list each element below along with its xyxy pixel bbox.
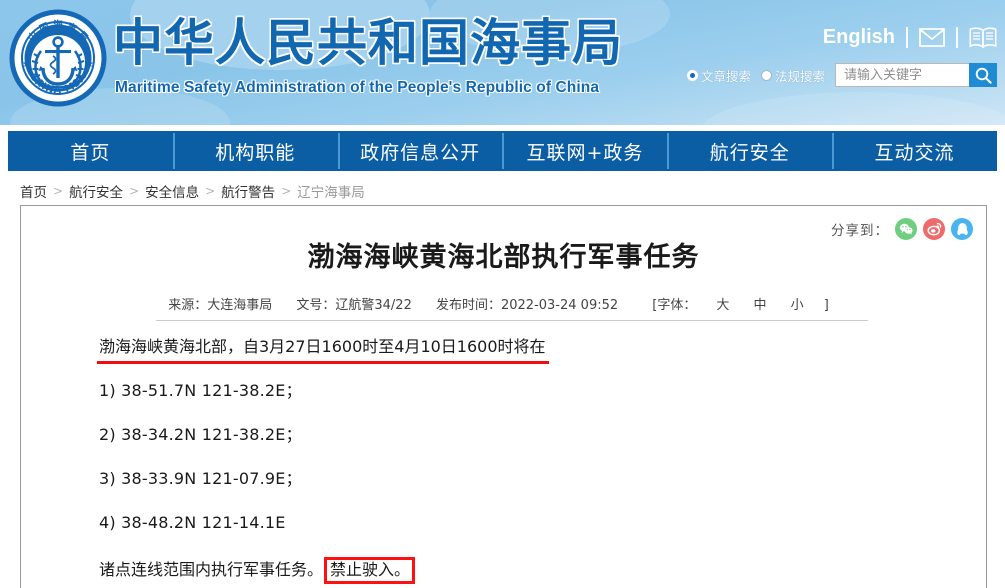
article-meta: 来源：大连海事局 文号：辽航警34/22 发布时间：2022-03-24 09:… [21, 294, 986, 313]
breadcrumb-item-navigation-safety[interactable]: 航行安全 [69, 181, 123, 201]
meta-divider [156, 320, 868, 321]
article-publish-time: 发布时间：2022-03-24 09:52 [436, 298, 618, 313]
book-icon[interactable] [969, 27, 997, 48]
english-language-link[interactable]: English [823, 26, 895, 49]
svg-text:★: ★ [85, 59, 94, 70]
search-icon [975, 67, 992, 84]
divider [956, 27, 958, 48]
nav-item-interaction[interactable]: 互动交流 [832, 131, 997, 171]
breadcrumb-separator: > [129, 184, 139, 198]
article-paragraph-coord-1: 1) 38-51.7N 121-38.2E； [99, 381, 946, 401]
msa-emblem-logo[interactable]: 中 国 海 事 局 ★ ★ [9, 9, 107, 107]
breadcrumb-separator: > [205, 184, 215, 198]
font-size-small[interactable]: 小 [791, 298, 804, 313]
site-title-english: Maritime Safety Administration of the Pe… [115, 79, 599, 97]
font-size-controls: [字体： 大 中 小] [642, 298, 838, 313]
site-banner: 中 国 海 事 局 ★ ★ [0, 0, 1005, 125]
search-input[interactable] [835, 63, 969, 87]
header-search-bar: 文章搜索 法规搜索 [687, 63, 997, 87]
main-navigation: 首页 机构职能 政府信息公开 互联网+政务 航行安全 互动交流 [8, 131, 997, 171]
article-source: 来源：大连海事局 [168, 298, 272, 313]
breadcrumb: 首页 > 航行安全 > 安全信息 > 航行警告 > 辽宁海事局 [20, 179, 365, 203]
article-title: 渤海海峡黄海北部执行军事任务 [21, 235, 986, 274]
article-paragraph-intro: 渤海海峡黄海北部，自3月27日1600时至4月10日1600时将在 [99, 337, 946, 357]
closing-lead-text: 诸点连线范围内执行军事任务。 [99, 560, 323, 579]
nav-item-home[interactable]: 首页 [8, 131, 173, 171]
search-scope-regulation[interactable]: 法规搜索 [761, 66, 825, 85]
article-paragraph-coord-3: 3) 38-33.9N 121-07.9E； [99, 469, 946, 489]
svg-text:★: ★ [22, 59, 31, 70]
breadcrumb-separator: > [53, 184, 63, 198]
radio-unselected-icon [761, 70, 772, 81]
page-root: 中 国 海 事 局 ★ ★ [0, 0, 1005, 588]
font-size-close: ] [824, 298, 829, 313]
search-scope-article[interactable]: 文章搜索 [687, 66, 751, 85]
no-entry-annotation: 禁止驶入。 [324, 557, 415, 584]
article-paragraph-coord-2: 2) 38-34.2N 121-38.2E； [99, 425, 946, 445]
search-button[interactable] [969, 63, 997, 87]
article-card: 分享到： [20, 205, 987, 588]
article-paragraph-closing: 诸点连线范围内执行军事任务。禁止驶入。 [99, 557, 946, 584]
cloud-decoration [700, 92, 1005, 125]
breadcrumb-item-safety-info[interactable]: 安全信息 [145, 181, 199, 201]
breadcrumb-item-navigation-warning[interactable]: 航行警告 [221, 181, 275, 201]
search-scope-regulation-label: 法规搜索 [775, 66, 825, 85]
nav-item-government-info[interactable]: 政府信息公开 [338, 131, 503, 171]
article-body: 渤海海峡黄海北部，自3月27日1600时至4月10日1600时将在 1) 38-… [99, 337, 946, 588]
breadcrumb-separator: > [281, 184, 291, 198]
radio-selected-icon [687, 70, 698, 81]
envelope-icon[interactable] [919, 28, 945, 47]
article-doc-number: 文号：辽航警34/22 [296, 298, 411, 313]
nav-item-functions[interactable]: 机构职能 [173, 131, 338, 171]
site-title-chinese: 中华人民共和国海事局 [113, 12, 623, 74]
nav-item-internet-plus[interactable]: 互联网+政务 [502, 131, 667, 171]
breadcrumb-item-home[interactable]: 首页 [20, 181, 47, 201]
divider [906, 27, 908, 48]
header-utility-links: English [823, 26, 997, 49]
search-scope-article-label: 文章搜索 [701, 66, 751, 85]
font-size-large[interactable]: 大 [716, 298, 729, 313]
font-size-label: [字体： [652, 298, 696, 313]
article-paragraph-coord-4: 4) 38-48.2N 121-14.1E [99, 513, 946, 533]
breadcrumb-item-current: 辽宁海事局 [297, 181, 365, 201]
nav-item-navigation-safety[interactable]: 航行安全 [667, 131, 832, 171]
font-size-medium[interactable]: 中 [754, 298, 767, 313]
